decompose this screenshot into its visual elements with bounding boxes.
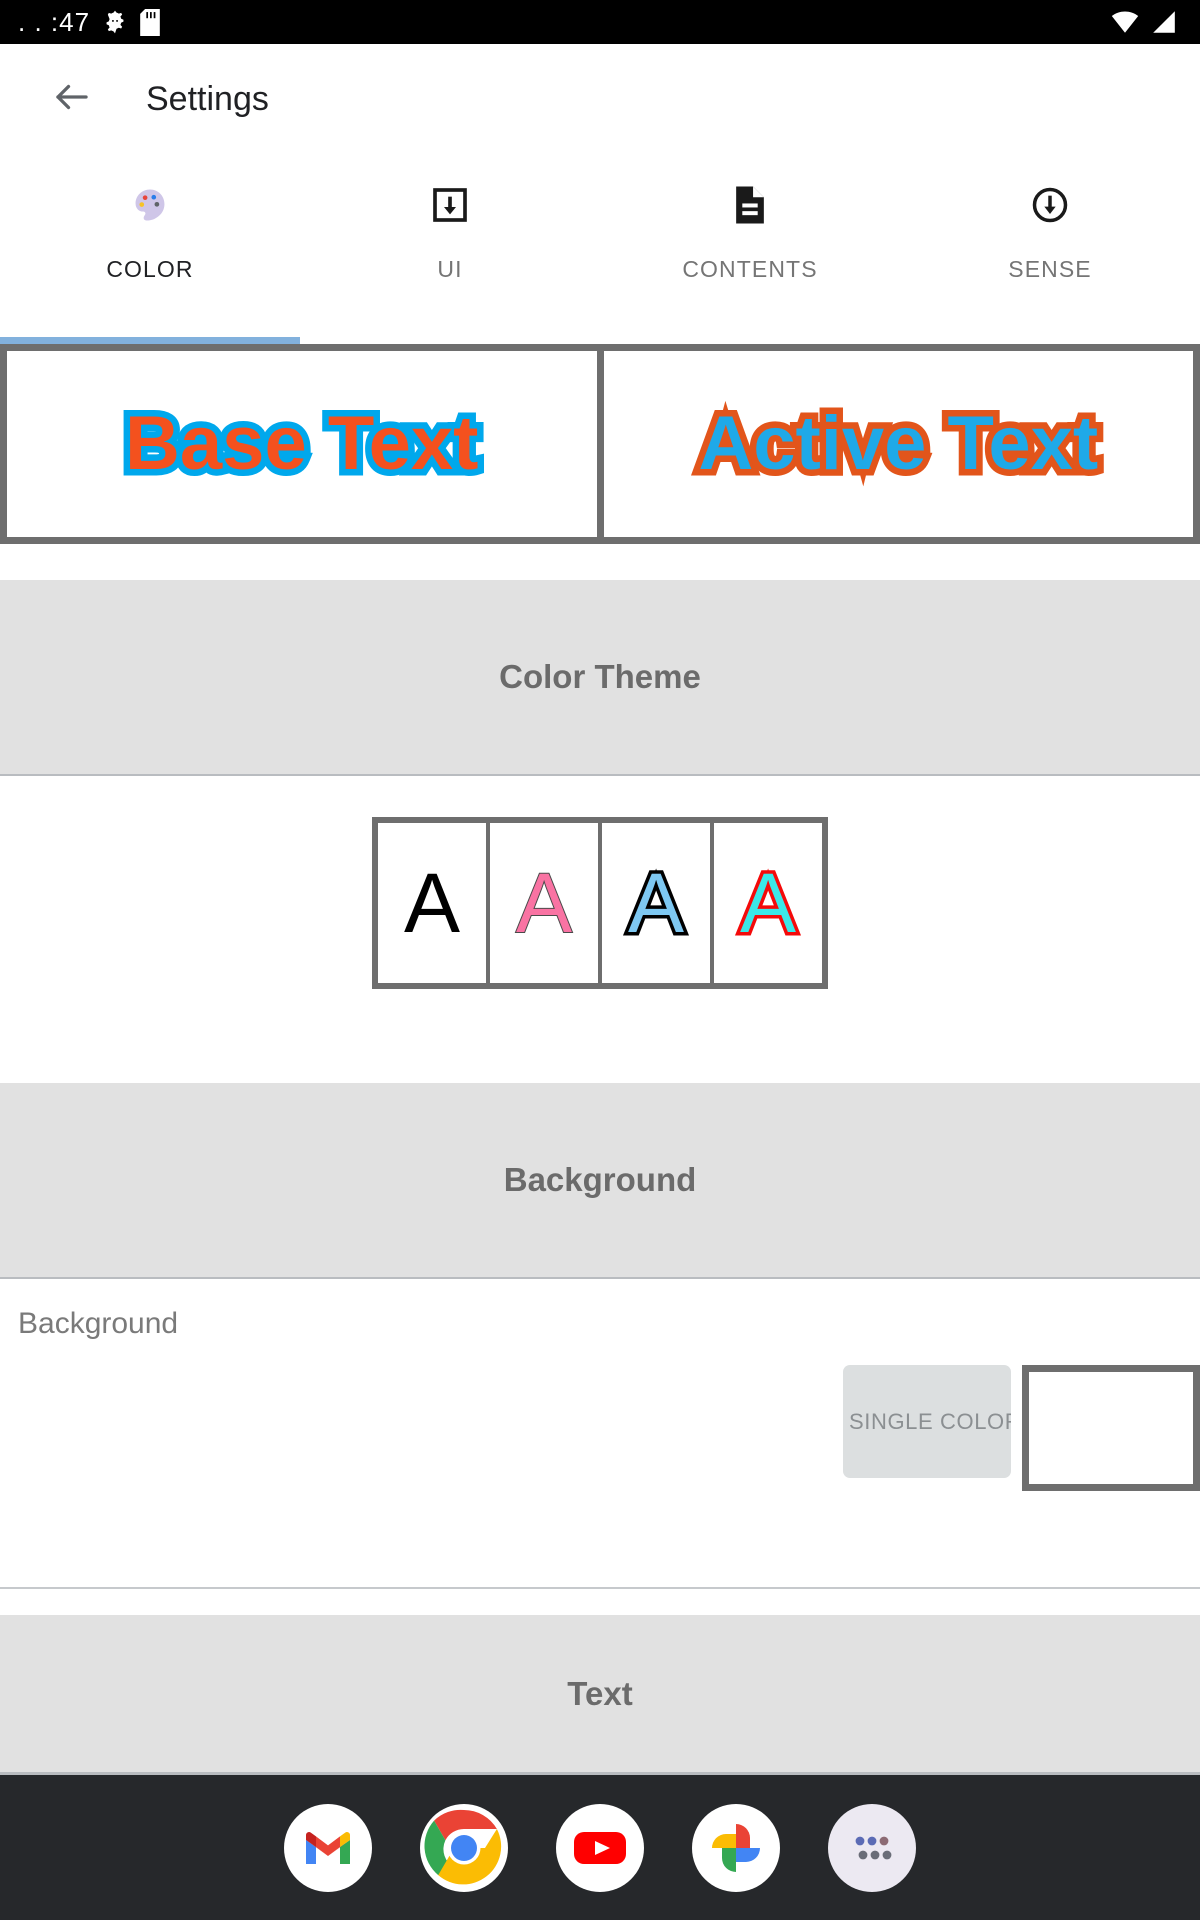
tab-label: CONTENTS [682, 256, 818, 282]
background-setting-row[interactable]: Background SINGLE COLOR [0, 1279, 1200, 1589]
section-header-color-theme: Color Theme [0, 580, 1200, 776]
circle-down-arrow-icon [1030, 180, 1070, 230]
status-bar: . . :47 [0, 0, 1200, 44]
android-gear-icon [102, 9, 128, 35]
section-title: Color Theme [499, 658, 701, 695]
theme-swatch-2[interactable]: A [490, 823, 598, 983]
section-header-text: Text [0, 1615, 1200, 1775]
palette-icon [130, 180, 170, 230]
spacer [0, 544, 1200, 580]
tab-indicator [0, 337, 300, 344]
tab-label: SENSE [1008, 256, 1092, 282]
arrow-back-icon [51, 76, 93, 123]
background-row-label: Background [18, 1307, 179, 1340]
active-text-preview[interactable]: Active Text [600, 344, 1200, 544]
single-color-label: SINGLE COLOR [849, 1408, 1011, 1434]
theme-letter: A [403, 856, 461, 950]
dock-item-photos[interactable] [692, 1803, 780, 1892]
download-box-icon [430, 180, 470, 230]
theme-swatch-strip: A A A A [372, 817, 828, 989]
section-title: Text [567, 1674, 633, 1712]
active-text-sample: Active Text [692, 399, 1105, 488]
theme-swatch-3[interactable]: A [602, 823, 710, 983]
section-title: Background [503, 1161, 697, 1198]
base-text-sample: Base Text [119, 399, 485, 488]
tab-sense[interactable]: SENSE [900, 154, 1200, 344]
status-time: . . :47 [18, 7, 91, 37]
tab-contents[interactable]: CONTENTS [600, 154, 900, 344]
theme-letter: A [736, 856, 799, 950]
tab-label: UI [437, 256, 463, 282]
phone-screen: . . :47 Settings COLOR UI CONTENTS SENSE… [0, 0, 1200, 1920]
back-button[interactable] [44, 71, 100, 127]
dock-item-youtube[interactable] [556, 1803, 644, 1892]
dock-item-chrome[interactable] [420, 1803, 508, 1892]
theme-swatch-1[interactable]: A [378, 823, 486, 983]
bottom-dock [0, 1775, 1200, 1920]
background-color-swatch[interactable] [1022, 1365, 1200, 1491]
single-color-button[interactable]: SINGLE COLOR [843, 1365, 1011, 1478]
status-bar-left: . . :47 [0, 7, 160, 37]
theme-letter: A [624, 856, 687, 950]
tab-color[interactable]: COLOR [0, 154, 300, 344]
section-header-background: Background [0, 1083, 1200, 1279]
page-title: Settings [146, 79, 269, 118]
tab-label: COLOR [106, 256, 194, 282]
wifi-icon [1110, 10, 1140, 34]
color-theme-swatch-row: A A A A [0, 778, 1200, 1028]
document-icon [731, 180, 769, 230]
signal-icon [1150, 10, 1178, 34]
dock-item-gmail[interactable] [284, 1803, 372, 1892]
sd-card-icon [140, 8, 160, 36]
preview-area: Base Text Active Text [0, 344, 1200, 544]
dock-item-app-drawer[interactable] [828, 1803, 916, 1892]
base-text-preview[interactable]: Base Text [0, 344, 601, 544]
theme-letter: A [515, 856, 573, 950]
theme-swatch-4[interactable]: A [714, 823, 822, 983]
background-controls: SINGLE COLOR [843, 1365, 1200, 1491]
app-bar: Settings [0, 44, 1200, 154]
status-bar-right [1110, 10, 1200, 34]
spacer [0, 1028, 1200, 1083]
tab-bar: COLOR UI CONTENTS SENSE [0, 154, 1200, 344]
tab-ui[interactable]: UI [300, 154, 600, 344]
